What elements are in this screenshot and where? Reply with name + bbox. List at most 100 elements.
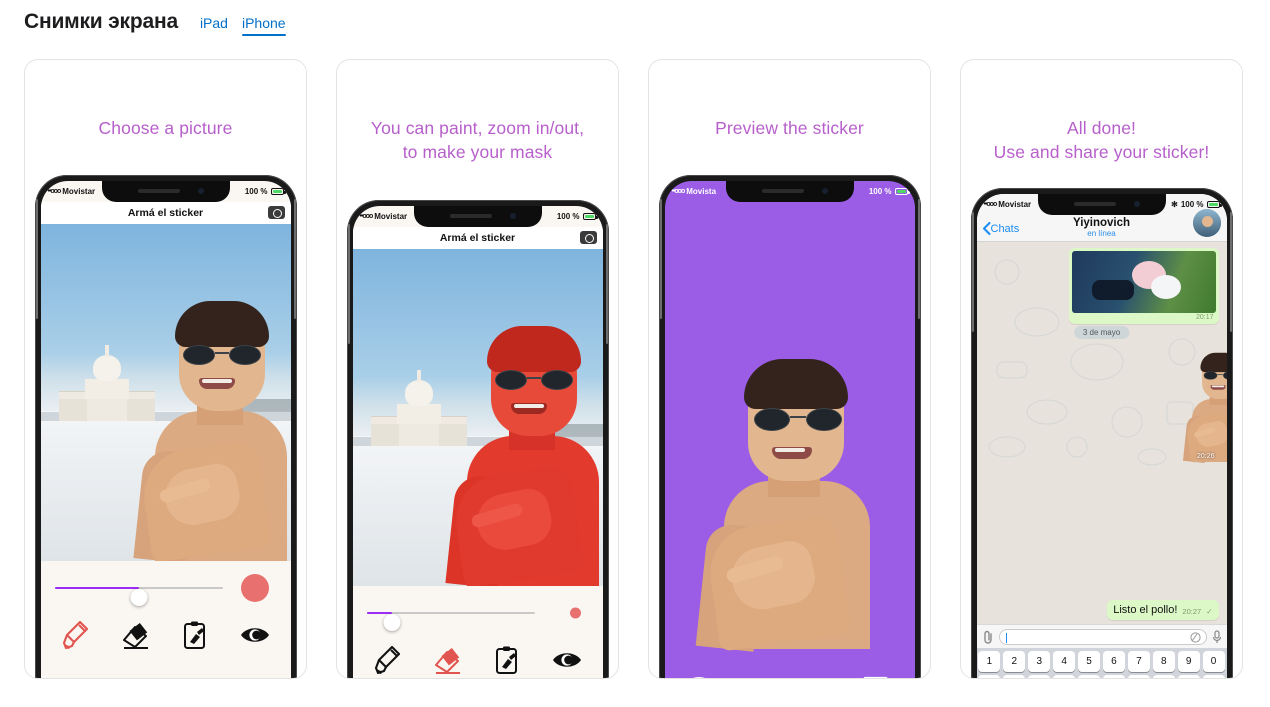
message-input[interactable] xyxy=(998,628,1207,645)
speaker-icon xyxy=(761,189,804,193)
clear-tool[interactable] xyxy=(177,617,213,653)
screenshot-card[interactable]: You can paint, zoom in/out, to make your… xyxy=(336,59,619,679)
phone-mockup: ••ooo Movista 100 % xyxy=(658,175,921,678)
card-caption: All done! Use and share your sticker! xyxy=(993,118,1210,162)
signal-dots-icon: ••ooo xyxy=(359,213,374,220)
text-message[interactable]: Listo el pollo! 20:27 ✓ xyxy=(1107,600,1219,620)
carrier-label: Movistar xyxy=(998,200,1032,209)
key-semicolon[interactable]: ; xyxy=(1053,675,1076,678)
key-5[interactable]: 5 xyxy=(1078,651,1100,673)
key-hyphen[interactable]: - xyxy=(978,675,1001,678)
tool-row xyxy=(41,609,291,661)
signal-dots-icon: ••ooo xyxy=(47,188,62,195)
key-9[interactable]: 9 xyxy=(1177,651,1200,673)
onscreen-keyboard: 1 2 3 4 5 6 7 8 9 0 xyxy=(976,648,1227,678)
front-camera-icon xyxy=(509,213,516,219)
back-label: Chats xyxy=(990,222,1020,235)
carrier-label: Movistar xyxy=(62,187,96,196)
photo-thumbnail xyxy=(1071,251,1216,313)
photo-canvas[interactable] xyxy=(352,249,603,586)
photo-message[interactable]: 20:17 xyxy=(1068,248,1219,324)
brush-size-preview xyxy=(240,574,269,602)
brush-size-slider[interactable] xyxy=(353,602,603,631)
key-euro[interactable]: € xyxy=(1127,675,1150,678)
sticker-message[interactable]: 20:26 xyxy=(1127,342,1227,464)
screenshot-card-list: Choose a picture ••ooo Movistar 100 % Ar… xyxy=(24,59,1243,679)
card-caption: Preview the sticker xyxy=(715,118,864,138)
chevron-left-icon xyxy=(982,222,990,235)
date-divider: 3 de mayo xyxy=(1073,326,1130,339)
key-1[interactable]: 1 xyxy=(978,651,1001,673)
back-button[interactable] xyxy=(680,677,717,678)
key-7[interactable]: 7 xyxy=(1127,651,1150,673)
key-3[interactable]: 3 xyxy=(1028,651,1051,673)
navbar-title: Armá el sticker xyxy=(127,207,204,219)
preview-tool[interactable] xyxy=(549,642,585,678)
bluetooth-icon: ✻ xyxy=(1171,200,1178,209)
screenshot-card[interactable]: Choose a picture ••ooo Movistar 100 % Ar… xyxy=(24,59,307,679)
tool-row xyxy=(353,634,603,678)
signal-dots-icon: ••ooo xyxy=(983,201,998,208)
key-4[interactable]: 4 xyxy=(1053,651,1076,673)
key-paren-open[interactable]: ( xyxy=(1078,675,1100,678)
screenshots-page: Снимки экрана iPad iPhone Choose a pictu… xyxy=(0,0,1270,707)
screenshot-card[interactable]: Preview the sticker ••ooo Movista 100 % xyxy=(648,59,931,679)
sticker-icon xyxy=(1189,631,1201,643)
marker-tool[interactable] xyxy=(370,642,406,678)
battery-icon xyxy=(270,188,286,195)
app-navbar: Armá el sticker xyxy=(352,227,603,249)
photo-canvas[interactable] xyxy=(40,224,291,561)
key-paren-close[interactable]: ) xyxy=(1103,675,1125,678)
page-header: Снимки экрана iPad iPhone xyxy=(24,10,286,36)
person-sticker xyxy=(695,319,878,652)
keyboard-row-symbols: - / : ; ( ) € & @ " xyxy=(978,675,1225,678)
key-6[interactable]: 6 xyxy=(1103,651,1125,673)
eraser-tool[interactable] xyxy=(430,642,466,678)
tab-iphone[interactable]: iPhone xyxy=(241,15,286,36)
battery-label: 100 % xyxy=(556,212,580,221)
speaker-icon xyxy=(449,214,492,218)
eraser-tool[interactable] xyxy=(118,617,154,653)
app-navbar: Armá el sticker xyxy=(40,202,291,224)
export-png-button[interactable]: PNG xyxy=(861,675,899,678)
page-title: Снимки экрана xyxy=(24,10,178,33)
message-time: 20:17 xyxy=(1195,314,1214,321)
tab-ipad[interactable]: iPad xyxy=(200,15,228,36)
battery-icon xyxy=(1206,201,1222,208)
chat-body[interactable]: 20:17 3 de mayo 20:26 Listo el pollo! 20… xyxy=(976,242,1227,626)
preview-tool[interactable] xyxy=(237,617,273,653)
key-colon[interactable]: : xyxy=(1028,675,1051,678)
carrier-label: Movistar xyxy=(374,212,408,221)
key-2[interactable]: 2 xyxy=(1003,651,1026,673)
microphone-icon xyxy=(1212,629,1221,643)
camera-icon[interactable] xyxy=(267,206,285,219)
screenshot-card[interactable]: All done! Use and share your sticker! ••… xyxy=(960,59,1243,679)
marker-tool[interactable] xyxy=(58,617,94,653)
key-8[interactable]: 8 xyxy=(1152,651,1175,673)
battery-label: 100 % xyxy=(244,187,268,196)
battery-label: 100 % xyxy=(868,187,892,196)
battery-label: 100 % xyxy=(1180,200,1204,209)
device-tabs: iPad iPhone xyxy=(200,15,286,36)
card-caption: You can paint, zoom in/out, to make your… xyxy=(370,118,585,162)
text-caret xyxy=(1005,632,1007,643)
back-to-chats-button[interactable]: Chats xyxy=(982,222,1020,235)
editor-toolbar xyxy=(352,586,603,678)
key-slash[interactable]: / xyxy=(1003,675,1026,678)
key-0[interactable]: 0 xyxy=(1202,651,1225,673)
key-at[interactable]: @ xyxy=(1177,675,1200,678)
person-subject-masked xyxy=(444,286,603,586)
key-ampersand[interactable]: & xyxy=(1152,675,1175,678)
sticker-time: 20:26 xyxy=(1196,453,1215,460)
clear-tool[interactable] xyxy=(489,642,525,678)
card-caption: Choose a picture xyxy=(98,118,233,138)
front-camera-icon xyxy=(197,188,204,194)
message-text: Listo el pollo! xyxy=(1113,604,1178,616)
brush-size-slider[interactable] xyxy=(41,574,291,606)
battery-icon xyxy=(894,188,910,195)
brush-size-preview xyxy=(569,607,581,619)
front-camera-icon xyxy=(821,188,828,194)
sticker-preview: PNG xyxy=(665,181,915,678)
key-quote[interactable]: " xyxy=(1202,675,1225,678)
camera-icon[interactable] xyxy=(579,231,597,244)
